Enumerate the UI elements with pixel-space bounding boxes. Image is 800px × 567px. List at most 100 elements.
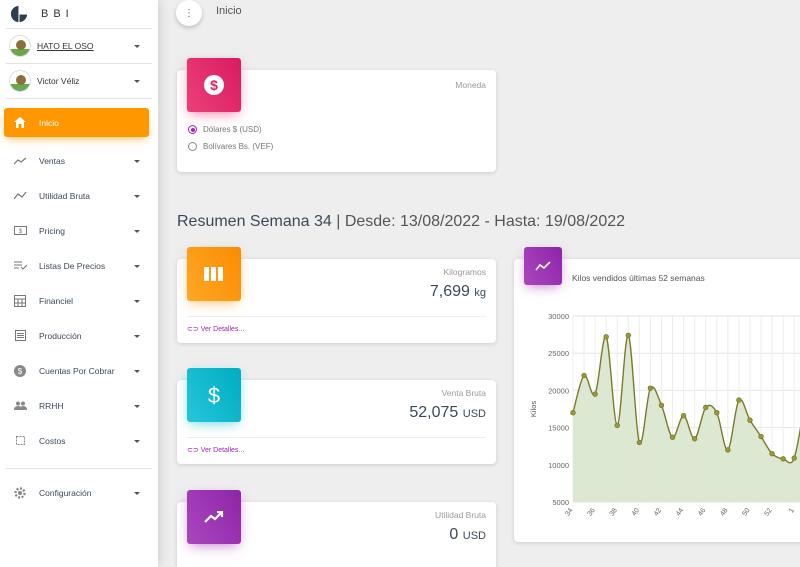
data-point [570, 410, 576, 416]
link-icon: ⊂⊃ [187, 326, 199, 333]
currency-option-usd[interactable]: Dólares $ (USD) [188, 125, 262, 134]
x-tick-label: 50 [741, 507, 751, 517]
sidebar: BBI HATO EL OSO Victor Véliz Inicio Vent… [0, 0, 158, 567]
view-details-link[interactable]: Ver Detalles... [201, 447, 245, 454]
svg-text:$: $ [208, 384, 220, 406]
currency-card: $ Moneda Dólares $ (USD) Bolívares Bs. (… [177, 58, 496, 172]
sidebar-item-ventas[interactable]: Ventas [0, 143, 158, 178]
chevron-down-icon [134, 404, 140, 408]
data-point [669, 434, 676, 440]
data-point [758, 433, 764, 440]
sidebar-item-cuentas-por-cobrar[interactable]: $ Cuentas Por Cobrar [0, 353, 158, 388]
sidebar-item-financiel[interactable]: Financiel [0, 283, 158, 318]
stat-unit: USD [462, 408, 486, 420]
view-details-link[interactable]: Ver Detalles... [201, 326, 245, 333]
gear-icon [13, 486, 27, 500]
currency-option-label: Bolívares Bs. (VEF) [203, 142, 274, 151]
data-point [614, 422, 620, 429]
stat-card-icon [187, 490, 241, 544]
svg-text:$: $ [18, 367, 23, 376]
sidebar-item-produccion[interactable]: Producción [0, 318, 158, 353]
data-point [769, 450, 775, 457]
data-point [736, 397, 742, 403]
chevron-down-icon [134, 159, 140, 163]
home-icon [13, 116, 27, 130]
money-icon: $ [13, 224, 27, 238]
data-point [592, 391, 598, 397]
stat-footer: ⊂⊃ Ver Detalles... [187, 316, 486, 333]
y-tick-label: 30000 [548, 312, 569, 321]
sidebar-item-label: Configuración [39, 487, 92, 498]
data-point [647, 385, 654, 391]
x-tick-label: 1 [788, 507, 796, 514]
sidebar-item-label: Listas De Precios [39, 260, 106, 271]
radio-unchecked-icon [188, 142, 197, 151]
timeline-icon [13, 189, 27, 203]
people-icon [13, 399, 27, 413]
user-avatar [9, 70, 31, 92]
y-tick-label: 5000 [552, 498, 569, 507]
data-point [691, 436, 698, 442]
y-axis-label: Kilos [529, 401, 538, 418]
stat-value: 7,699 kg [430, 283, 486, 301]
chevron-down-icon [134, 299, 140, 303]
stat-card-venta-bruta: $ Venta Bruta 52,075 USD ⊂⊃ Ver Detalles… [177, 368, 496, 464]
data-point [603, 334, 609, 340]
x-tick-label: 34 [564, 507, 574, 517]
sidebar-item-rrhh[interactable]: RRHH [0, 388, 158, 423]
data-point [625, 332, 631, 339]
stat-unit: USD [462, 530, 486, 542]
sidebar-item-label: Costos [39, 435, 66, 446]
radio-checked-icon [188, 125, 197, 134]
sidebar-item-inicio[interactable]: Inicio [4, 108, 149, 137]
dollar-circle-icon: $ [13, 364, 27, 378]
summary-heading: Resumen Semana 34 | Desde: 13/08/2022 - … [177, 213, 625, 231]
dollar-circle-icon: $ [204, 75, 224, 95]
view-column-icon [204, 267, 223, 281]
sidebar-item-configuracion[interactable]: Configuración [0, 475, 158, 510]
calculator-icon [13, 294, 27, 308]
user-menu[interactable]: Victor Véliz [0, 64, 158, 98]
crop-icon [13, 434, 27, 448]
sidebar-item-costos[interactable]: Costos [0, 423, 158, 458]
chevron-down-icon [134, 439, 140, 443]
svg-text:$: $ [210, 77, 218, 93]
sidebar-item-label: Utilidad Bruta [39, 190, 91, 201]
sidebar-item-utilidad-bruta[interactable]: Utilidad Bruta [0, 178, 158, 213]
stat-card-icon: $ [187, 368, 241, 422]
data-point [703, 404, 709, 411]
currency-option-vef[interactable]: Bolívares Bs. (VEF) [188, 142, 273, 151]
x-tick-label: 44 [675, 507, 685, 517]
data-point [680, 412, 687, 419]
chevron-down-icon [134, 264, 140, 268]
sidebar-item-label: Pricing [39, 225, 65, 236]
y-tick-label: 10000 [548, 461, 569, 470]
company-selector[interactable]: HATO EL OSO [0, 29, 158, 63]
sidebar-item-pricing[interactable]: $ Pricing [0, 213, 158, 248]
data-point [636, 439, 643, 446]
company-avatar [9, 35, 31, 57]
sales-chart: 5000 10000 15000 20000 25000 30000 34 36 38 40 42 4… [529, 312, 800, 518]
data-point [725, 447, 731, 453]
link-icon: ⊂⊃ [187, 447, 199, 454]
stat-unit: kg [474, 287, 486, 299]
more-vert-icon[interactable]: ⋮ [176, 0, 202, 26]
chevron-down-icon [134, 194, 140, 198]
sidebar-item-label: Financiel [39, 295, 74, 306]
currency-option-label: Dólares $ (USD) [203, 125, 262, 134]
sidebar-item-label: RRHH [39, 400, 64, 411]
summary-range: | Desde: 13/08/2022 - Hasta: 19/08/2022 [336, 213, 626, 230]
chevron-down-icon [134, 369, 140, 373]
sidebar-item-label: Inicio [39, 117, 59, 128]
stat-category: Kilogramos [443, 267, 486, 277]
stat-number: 52,075 [409, 404, 459, 421]
brand-text: BBI [41, 8, 74, 20]
trending-up-icon [204, 511, 224, 523]
sidebar-item-listas-de-precios[interactable]: Listas De Precios [0, 248, 158, 283]
chevron-down-icon [134, 491, 140, 495]
x-tick-label: 46 [697, 507, 707, 517]
trending-up-icon [13, 154, 27, 168]
company-name: HATO EL OSO [37, 41, 94, 51]
pie-logo-icon [10, 5, 28, 23]
brand[interactable]: BBI [0, 0, 158, 28]
